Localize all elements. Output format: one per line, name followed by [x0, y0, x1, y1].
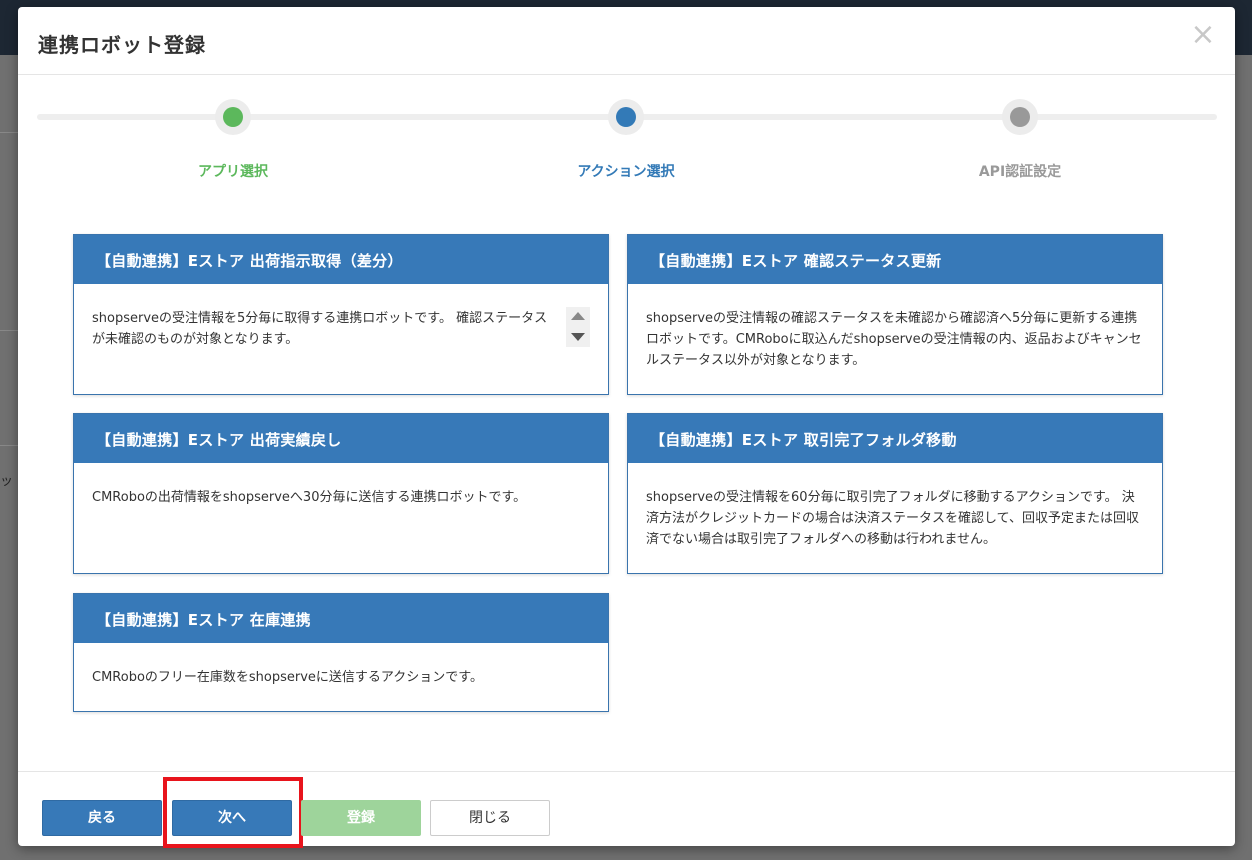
- action-card-confirm-status[interactable]: 【自動連携】Eストア 確認ステータス更新 shopserveの受注情報の確認ステ…: [627, 234, 1163, 395]
- card-title: 【自動連携】Eストア 確認ステータス更新: [628, 235, 1162, 284]
- action-card-inventory[interactable]: 【自動連携】Eストア 在庫連携 CMRoboのフリー在庫数をshopserveに…: [73, 593, 609, 712]
- card-body: CMRoboのフリー在庫数をshopserveに送信するアクションです。: [74, 643, 608, 688]
- modal-header: 連携ロボット登録 ×: [18, 7, 1235, 75]
- step-label-action-select: アクション選択: [577, 164, 675, 180]
- scroll-down-icon[interactable]: [571, 333, 585, 341]
- step-active-icon: [616, 107, 636, 127]
- action-card-transaction-folder[interactable]: 【自動連携】Eストア 取引完了フォルダ移動 shopserveの受注情報を60分…: [627, 413, 1163, 574]
- close-icon[interactable]: ×: [1189, 20, 1217, 50]
- step-label-api-auth: API認証設定: [978, 164, 1062, 180]
- step-action-select: [608, 99, 644, 135]
- background-edge-text: ッ: [0, 474, 14, 489]
- register-button[interactable]: 登録: [301, 800, 421, 836]
- next-button[interactable]: 次へ: [172, 800, 292, 836]
- background-divider: [0, 330, 20, 331]
- action-card-shipping-instruction[interactable]: 【自動連携】Eストア 出荷指示取得（差分） shopserveの受注情報を5分毎…: [73, 234, 609, 395]
- card-title: 【自動連携】Eストア 出荷実績戻し: [74, 414, 608, 463]
- step-api-auth: [1002, 99, 1038, 135]
- back-button[interactable]: 戻る: [42, 800, 162, 836]
- register-robot-modal: 連携ロボット登録 × アプリ選択 アクション選択 API認証設定 【自動連携】E…: [18, 7, 1235, 848]
- background-divider: [0, 132, 20, 133]
- card-title: 【自動連携】Eストア 在庫連携: [74, 594, 608, 643]
- step-done-icon: [223, 107, 243, 127]
- card-body: shopserveの受注情報を60分毎に取引完了フォルダに移動するアクションです…: [628, 463, 1162, 550]
- card-body: shopserveの受注情報の確認ステータスを未確認から確認済へ5分毎に更新する…: [628, 284, 1162, 371]
- card-description: shopserveの受注情報を60分毎に取引完了フォルダに移動するアクションです…: [646, 490, 1139, 547]
- card-description: shopserveの受注情報を5分毎に取得する連携ロボットです。 確認ステータス…: [92, 311, 548, 347]
- card-title: 【自動連携】Eストア 出荷指示取得（差分）: [74, 235, 608, 284]
- step-pending-icon: [1010, 107, 1030, 127]
- card-description: shopserveの受注情報の確認ステータスを未確認から確認済へ5分毎に更新する…: [646, 311, 1142, 368]
- close-button[interactable]: 閉じる: [430, 800, 550, 836]
- card-scrollbar[interactable]: [566, 307, 590, 347]
- modal-footer: 戻る 次へ 登録 閉じる: [18, 771, 1235, 848]
- card-description: CMRoboの出荷情報をshopserveへ30分毎に送信する連携ロボットです。: [92, 490, 527, 505]
- step-app-select: [215, 99, 251, 135]
- card-body: shopserveの受注情報を5分毎に取得する連携ロボットです。 確認ステータス…: [74, 284, 608, 350]
- card-description: CMRoboのフリー在庫数をshopserveに送信するアクションです。: [92, 670, 483, 685]
- card-body: CMRoboの出荷情報をshopserveへ30分毎に送信する連携ロボットです。: [74, 463, 608, 508]
- card-title: 【自動連携】Eストア 取引完了フォルダ移動: [628, 414, 1162, 463]
- background-divider: [0, 445, 20, 446]
- action-card-shipping-result[interactable]: 【自動連携】Eストア 出荷実績戻し CMRoboの出荷情報をshopserveへ…: [73, 413, 609, 574]
- scroll-up-icon[interactable]: [571, 312, 585, 320]
- step-label-app-select: アプリ選択: [198, 164, 268, 180]
- modal-title: 連携ロボット登録: [38, 33, 206, 57]
